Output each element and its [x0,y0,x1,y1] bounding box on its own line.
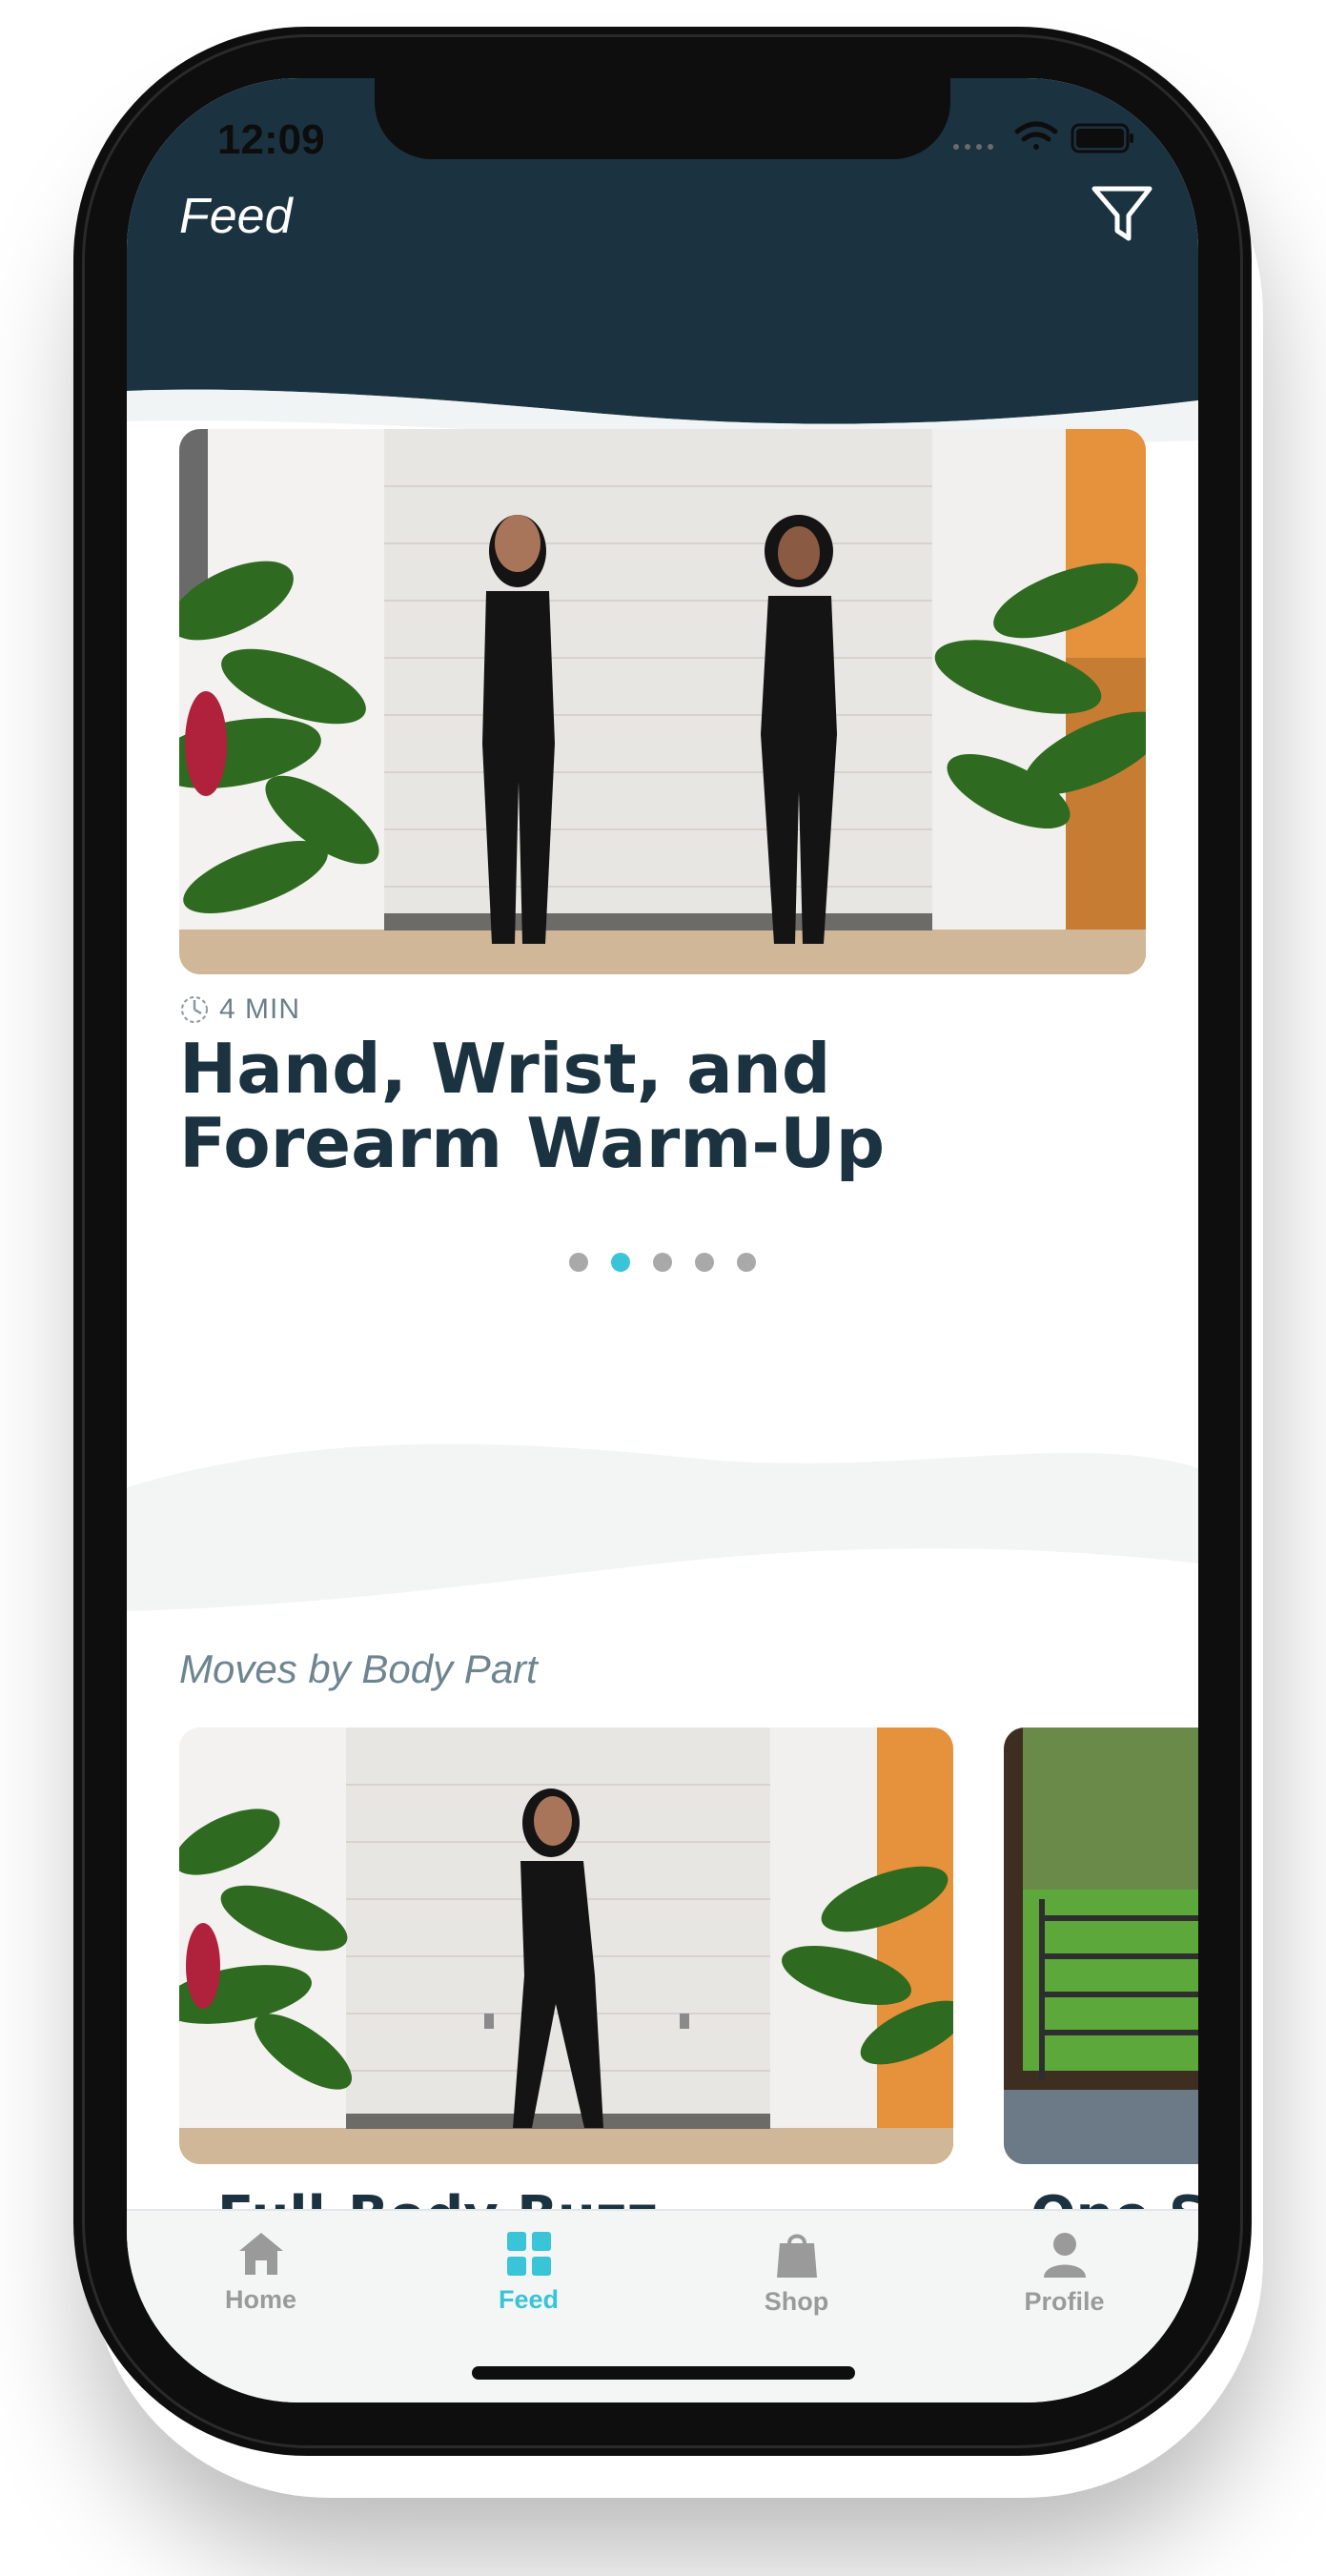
hero-duration: 4 MIN [219,993,301,1025]
grid-icon [506,2232,551,2276]
body-part-card[interactable] [1004,1728,1198,2164]
tab-home[interactable]: Home [127,2211,395,2344]
carousel-dot[interactable] [695,1253,714,1272]
app-screen: 12:09 Feed 4 MIN Hand, Wrist, and Forear… [127,78,1198,2402]
tab-feed[interactable]: Feed [395,2211,663,2344]
person-icon [1043,2233,1086,2278]
body-part-card[interactable] [179,1728,953,2164]
tab-label: Shop [764,2287,829,2316]
carousel-dots[interactable] [127,1253,1198,1272]
card-photo [1004,1728,1198,2164]
device-notch [375,78,950,159]
battery-icon [1071,123,1133,153]
hero-video-thumbnail[interactable] [179,429,1146,974]
cellular-icon [953,144,993,150]
tab-shop[interactable]: Shop [663,2211,930,2344]
hero-meta: 4 MIN [179,993,300,1026]
card-photo [179,1728,953,2164]
carousel-dot[interactable] [653,1253,672,1272]
bag-icon [776,2234,817,2278]
status-icons [953,121,1133,153]
filter-icon [1091,186,1153,241]
section-wave [127,1443,1198,1621]
tab-label: Feed [498,2285,560,2314]
tab-profile[interactable]: Profile [930,2211,1198,2344]
home-indicator[interactable] [472,2366,855,2380]
timer-icon [181,996,208,1023]
hero-photo [179,429,1146,974]
carousel-dot[interactable] [737,1253,756,1272]
house-icon [238,2233,283,2275]
page-title: Feed [179,189,293,244]
status-time: 12:09 [217,116,325,163]
hero-title[interactable]: Hand, Wrist, and Forearm Warm-Up [179,1032,1152,1180]
carousel-dot-active[interactable] [611,1253,630,1272]
section-label: Moves by Body Part [179,1646,538,1691]
tab-label: Home [224,2285,296,2314]
tab-label: Profile [1024,2287,1105,2316]
carousel-dot[interactable] [569,1253,588,1272]
filter-button[interactable] [1089,181,1155,248]
wifi-icon [1014,121,1058,150]
